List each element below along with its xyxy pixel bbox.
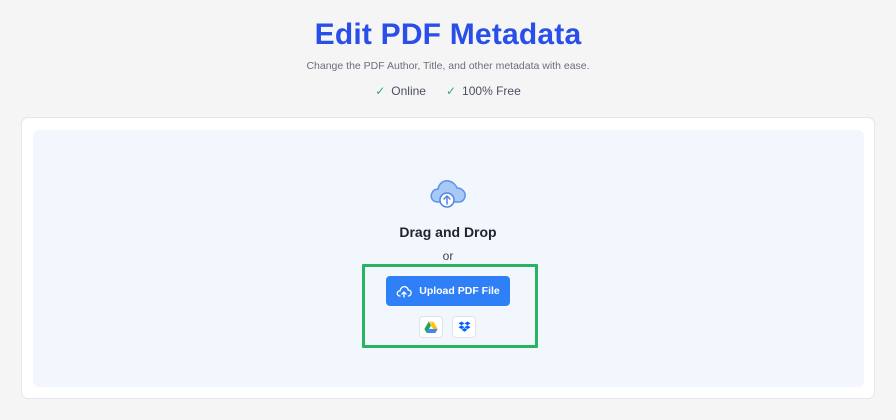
upload-pdf-button[interactable]: Upload PDF File <box>386 276 510 306</box>
page-title: Edit PDF Metadata <box>314 18 582 51</box>
upload-button-label: Upload PDF File <box>419 285 500 297</box>
feature-online: ✓ Online <box>375 84 426 98</box>
cloud-upload-icon <box>430 180 466 208</box>
check-icon: ✓ <box>445 84 457 98</box>
or-separator: or <box>442 249 454 263</box>
feature-label: Online <box>391 84 426 98</box>
google-drive-button[interactable] <box>419 316 443 338</box>
feature-label: 100% Free <box>462 84 521 98</box>
cloud-upload-icon <box>396 285 413 298</box>
page-subtitle: Change the PDF Author, Title, and other … <box>306 60 590 72</box>
feature-list: ✓ Online ✓ 100% Free <box>0 84 896 98</box>
dropbox-icon <box>458 321 470 332</box>
feature-free: ✓ 100% Free <box>446 84 521 98</box>
dropbox-button[interactable] <box>452 316 476 338</box>
drag-drop-title: Drag and Drop <box>399 224 497 240</box>
check-icon: ✓ <box>375 84 386 98</box>
google-drive-icon <box>424 321 438 333</box>
